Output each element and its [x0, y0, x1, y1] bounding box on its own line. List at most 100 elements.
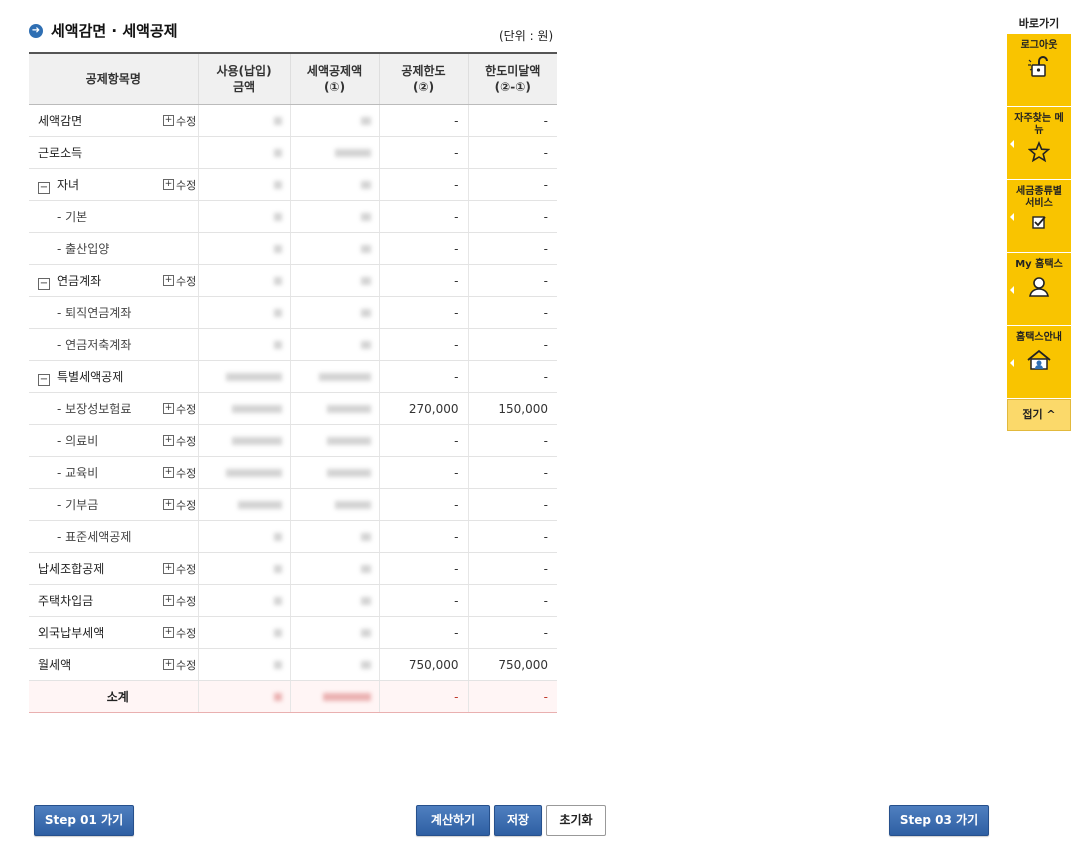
plus-icon: + — [163, 179, 174, 191]
credit-limit-cell: - — [378, 264, 469, 297]
under-limit-cell: - — [467, 488, 558, 521]
redacted-value — [326, 469, 371, 477]
item-name-cell: - 퇴직연금계좌 — [29, 296, 159, 329]
collapse-toggle-icon[interactable]: − — [38, 373, 50, 386]
plus-icon: + — [163, 403, 174, 415]
usage-amount-cell — [197, 616, 291, 649]
redacted-value — [273, 565, 282, 573]
table-row: − 연금계좌 + 수정 - - — [29, 264, 558, 297]
usage-amount-cell — [197, 200, 291, 233]
edit-cell — [159, 328, 199, 361]
page-title: ➜ 세액감면 · 세액공제 — [29, 20, 178, 41]
redacted-value — [273, 309, 282, 317]
quick-nav-item-1[interactable]: 로그아웃 — [1007, 34, 1071, 107]
edit-button[interactable]: + 수정 — [163, 433, 196, 449]
redacted-value — [360, 661, 371, 669]
edit-label: 수정 — [176, 114, 197, 128]
table-row: − 특별세액공제 - - — [29, 360, 558, 393]
edit-cell: + 수정 — [159, 584, 199, 617]
redacted-value — [273, 629, 282, 637]
edit-cell: + 수정 — [159, 392, 199, 425]
calculate-button[interactable]: 계산하기 — [416, 805, 490, 836]
plus-icon: + — [163, 275, 174, 287]
redacted-value — [360, 533, 371, 541]
quick-nav-item-5[interactable]: 홈택스안내 — [1007, 326, 1071, 399]
table-row: - 출산입양 - - — [29, 232, 558, 265]
redacted-value — [360, 277, 371, 285]
quick-nav-item-2[interactable]: 자주찾는 메뉴 — [1007, 107, 1071, 180]
under-limit-cell: 750,000 — [467, 648, 558, 681]
credit-amount-cell — [289, 104, 380, 137]
credit-limit-cell: - — [378, 104, 469, 137]
edit-label: 수정 — [176, 178, 197, 192]
plus-icon: + — [163, 435, 174, 447]
reset-button[interactable]: 초기화 — [546, 805, 606, 836]
under-limit-cell: - — [467, 200, 558, 233]
credit-amount-cell — [289, 456, 380, 489]
plus-icon: + — [163, 659, 174, 671]
redacted-value — [360, 245, 371, 253]
quick-nav-label: 자주찾는 메뉴 — [1014, 113, 1064, 136]
edit-button[interactable]: + 수정 — [163, 113, 196, 129]
credit-limit-cell: - — [378, 520, 469, 553]
under-limit-cell: 150,000 — [467, 392, 558, 425]
item-name: - 의료비 — [57, 434, 99, 448]
table-row: - 연금저축계좌 - - — [29, 328, 558, 361]
edit-label: 수정 — [176, 434, 197, 448]
item-name-cell: - 표준세액공제 — [29, 520, 159, 553]
collapse-toggle-icon[interactable]: − — [38, 181, 50, 194]
arrow-right-circle-icon: ➜ — [29, 23, 43, 38]
step03-button[interactable]: Step 03 가기 — [889, 805, 989, 836]
edit-button[interactable]: + 수정 — [163, 465, 196, 481]
redacted-value — [225, 469, 282, 477]
edit-cell: + 수정 — [159, 552, 199, 585]
redacted-value — [273, 149, 282, 157]
redacted-value — [273, 245, 282, 253]
quick-nav-item-4[interactable]: My 홈택스 — [1007, 253, 1071, 326]
unlock-icon — [1007, 56, 1071, 83]
redacted-value — [360, 309, 371, 317]
edit-label: 수정 — [176, 626, 197, 640]
quick-nav: 바로가기 로그아웃 자주찾는 메뉴 세금종류별 서비스 My 홈택스 홈택스안내 접기 … — [1007, 14, 1071, 431]
redacted-value — [326, 405, 371, 413]
edit-label: 수정 — [176, 466, 197, 480]
item-name-cell: − 자녀 — [29, 168, 159, 201]
collapse-toggle-icon[interactable]: − — [38, 277, 50, 290]
edit-button[interactable]: + 수정 — [163, 177, 196, 193]
edit-button[interactable]: + 수정 — [163, 497, 196, 513]
header-usage-amount: 사용(납입) 금액 — [197, 53, 291, 105]
home-guide-icon — [1007, 348, 1071, 377]
caret-left-icon — [1010, 286, 1014, 294]
quick-nav-item-3[interactable]: 세금종류별 서비스 — [1007, 180, 1071, 253]
credit-amount-cell — [289, 232, 380, 265]
credit-limit-cell: - — [378, 552, 469, 585]
edit-button[interactable]: + 수정 — [163, 561, 196, 577]
table-header-row: 공제항목명 사용(납입) 금액 세액공제액 (①) 공제한도 (②) 한도미달액 (②-… — [29, 53, 558, 105]
subtotal-row: 소계 - - — [29, 680, 558, 713]
credit-limit-cell: - — [378, 296, 469, 329]
credit-amount-cell — [289, 424, 380, 457]
item-name: - 출산입양 — [57, 242, 110, 256]
plus-icon: + — [163, 627, 174, 639]
item-name-cell: - 연금저축계좌 — [29, 328, 159, 361]
edit-button[interactable]: + 수정 — [163, 401, 196, 417]
edit-button[interactable]: + 수정 — [163, 625, 196, 641]
edit-button[interactable]: + 수정 — [163, 273, 196, 289]
fold-button[interactable]: 접기 ^ — [1007, 399, 1071, 431]
edit-cell — [159, 360, 199, 393]
redacted-value — [360, 181, 371, 189]
under-limit-cell: - — [467, 232, 558, 265]
edit-button[interactable]: + 수정 — [163, 593, 196, 609]
save-button[interactable]: 저장 — [494, 805, 542, 836]
redacted-value — [273, 661, 282, 669]
edit-button[interactable]: + 수정 — [163, 657, 196, 673]
table-row: - 보장성보험료 + 수정 270,000 150,000 — [29, 392, 558, 425]
edit-label: 수정 — [176, 594, 197, 608]
step01-button[interactable]: Step 01 가기 — [34, 805, 134, 836]
table-row: - 기본 - - — [29, 200, 558, 233]
table-row: - 의료비 + 수정 - - — [29, 424, 558, 457]
quick-nav-label: My 홈택스 — [1015, 259, 1063, 270]
item-name-cell: 근로소득 — [29, 136, 159, 169]
checkbox-icon — [1007, 214, 1071, 235]
page-title-text: 세액감면 · 세액공제 — [51, 22, 178, 40]
